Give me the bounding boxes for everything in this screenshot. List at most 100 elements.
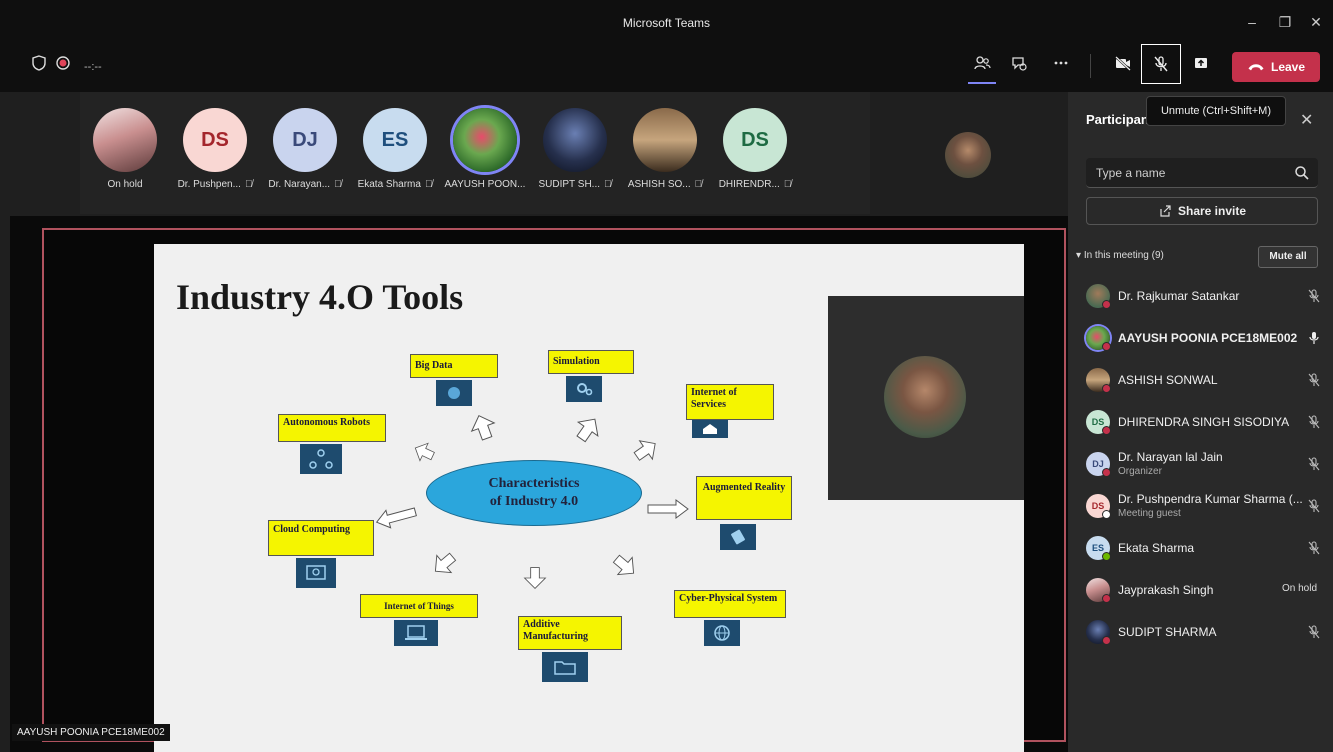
participant-name: DHIRENDRA SINGH SISODIYA [1118, 415, 1290, 429]
center-text-line1: Characteristics [488, 476, 580, 491]
presenter-video-tile[interactable] [828, 296, 1024, 500]
avatar [453, 108, 517, 172]
close-panel-icon[interactable]: ✕ [1300, 110, 1313, 130]
label-internet-of-things: Internet of Things [360, 594, 478, 618]
status-dot [1102, 426, 1111, 435]
participant-tile[interactable]: On hold [80, 92, 170, 214]
house-icon [692, 420, 728, 438]
avatar [543, 108, 607, 172]
participant-tile[interactable]: ES Ekata Sharma 🎙̸ [350, 92, 440, 214]
share-icon [1160, 205, 1171, 217]
participant-tile[interactable]: DJ Dr. Narayan... 🎙̸ [260, 92, 350, 214]
slide-title: Industry 4.O Tools [176, 277, 464, 317]
avatar [633, 108, 697, 172]
mic-off-icon [1308, 373, 1320, 387]
participant-name: Ekata Sharma [1118, 541, 1195, 555]
section-label: In this meeting (9) [1083, 250, 1164, 261]
self-video-avatar[interactable] [945, 132, 991, 178]
participant-tile[interactable]: DS Dr. Pushpen... 🎙̸ [170, 92, 260, 214]
center-text-line2: of Industry 4.0 [489, 494, 579, 509]
in-meeting-section[interactable]: ▾ In this meeting (9) [1076, 250, 1164, 261]
share-invite-button[interactable]: Share invite [1086, 197, 1318, 225]
mic-off-icon [1308, 457, 1320, 471]
label-big-data: Big Data [410, 354, 498, 378]
meeting-timer: --:-- [84, 61, 102, 73]
share-tray-icon[interactable] [1184, 46, 1218, 80]
avatar: ES [363, 108, 427, 172]
mic-icon [1309, 332, 1319, 344]
mic-off-icon: 🎙̸ [694, 179, 703, 190]
arrow-to-augmented-reality [647, 499, 689, 519]
status-dot [1102, 636, 1111, 645]
camera-off-icon[interactable] [1106, 46, 1140, 80]
mic-off-icon [1308, 289, 1320, 303]
more-options-icon[interactable] [1044, 46, 1078, 80]
participant-name: ASHISH SO... 🎙̸ [627, 179, 703, 190]
participant-row[interactable]: Dr. Rajkumar Satankar [1068, 278, 1333, 320]
mic-off-icon [1308, 415, 1320, 429]
participant-row[interactable]: SUDIPT SHARMA [1068, 614, 1333, 656]
close-window-icon[interactable]: ✕ [1304, 10, 1328, 34]
participant-name: Dr. Narayan lal Jain [1118, 450, 1223, 464]
status-dot [1102, 552, 1111, 561]
participant-tile[interactable]: ASHISH SO... 🎙̸ [620, 92, 710, 214]
participant-name: Dr. Pushpen... 🎙̸ [177, 179, 253, 190]
chat-icon[interactable] [1002, 46, 1036, 80]
participant-name: Ekata Sharma 🎙̸ [357, 179, 433, 190]
restore-icon[interactable]: ❐ [1273, 10, 1297, 34]
participant-role: Meeting guest [1118, 508, 1181, 519]
status-dot [1102, 342, 1111, 351]
avatar: DS [723, 108, 787, 172]
participant-row[interactable]: AAYUSH POONIA PCE18ME002 [1068, 320, 1333, 362]
people-active-indicator [968, 82, 996, 84]
presenter-avatar [884, 356, 966, 438]
title-bar: Microsoft Teams – ❐ ✕ [0, 0, 1333, 40]
participant-tile[interactable]: AAYUSH POON... [440, 92, 530, 214]
big-data-icon [436, 380, 472, 406]
mic-off-icon: 🎙̸ [424, 179, 433, 190]
participant-search[interactable] [1086, 158, 1318, 188]
presenter-name-label: AAYUSH POONIA PCE18ME002 [12, 724, 170, 741]
mute-all-button[interactable]: Mute all [1258, 246, 1318, 268]
mic-off-icon [1308, 499, 1320, 513]
label-cyber-physical-system: Cyber-Physical System [674, 590, 786, 618]
status-dot [1102, 594, 1111, 603]
people-icon[interactable] [965, 46, 999, 80]
leave-button[interactable]: Leave [1232, 52, 1320, 82]
participant-row[interactable]: Jayprakash Singh On hold [1068, 572, 1333, 614]
participant-name: Dr. Narayan... 🎙̸ [268, 179, 342, 190]
meeting-stage: On hold DS Dr. Pushpen... 🎙̸ DJ Dr. Naray… [0, 92, 1068, 752]
mic-off-icon [1154, 56, 1168, 72]
arrow-to-cyber-physical-system [612, 554, 635, 576]
mic-off-icon: 🎙̸ [244, 179, 253, 190]
avatar: DS [183, 108, 247, 172]
participant-name: AAYUSH POON... [444, 179, 526, 190]
participant-tile[interactable]: DS DHIRENDR... 🎙̸ [710, 92, 800, 214]
minimize-icon[interactable]: – [1240, 10, 1264, 34]
participant-name: Dr. Rajkumar Satankar [1118, 289, 1240, 303]
label-internet-of-services: Internet of Services [686, 384, 774, 420]
mic-off-icon: 🎙̸ [604, 179, 612, 190]
unmute-tooltip: Unmute (Ctrl+Shift+M) [1146, 96, 1286, 126]
participant-row[interactable]: DS Dr. Pushpendra Kumar Sharma (... Meet… [1068, 488, 1333, 530]
participant-row[interactable]: ES Ekata Sharma [1068, 530, 1333, 572]
participant-tile[interactable]: SUDIPT SH... 🎙̸ [530, 92, 620, 214]
participant-row[interactable]: ASHISH SONWAL [1068, 362, 1333, 404]
status-dot [1102, 300, 1111, 309]
status-dot [1102, 468, 1111, 477]
mic-muted-button[interactable] [1141, 44, 1181, 84]
share-invite-label: Share invite [1177, 204, 1247, 218]
participants-panel: Participants ✕ Share invite ▾ In this me… [1068, 92, 1333, 752]
toolbar-divider [1090, 54, 1091, 78]
participant-name: SUDIPT SHARMA [1118, 625, 1217, 639]
cloud-computing-icon [296, 558, 336, 588]
participant-row[interactable]: DS DHIRENDRA SINGH SISODIYA [1068, 404, 1333, 446]
participant-row[interactable]: DJ Dr. Narayan lal Jain Organizer [1068, 446, 1333, 488]
avatar: DJ [273, 108, 337, 172]
label-additive-manufacturing: Additive Manufacturing [518, 616, 622, 650]
participant-role: Organizer [1118, 466, 1162, 477]
search-icon[interactable] [1294, 165, 1310, 181]
status-dot [1102, 384, 1111, 393]
search-input[interactable] [1096, 158, 1286, 188]
arrow-to-cloud-computing [375, 507, 417, 529]
